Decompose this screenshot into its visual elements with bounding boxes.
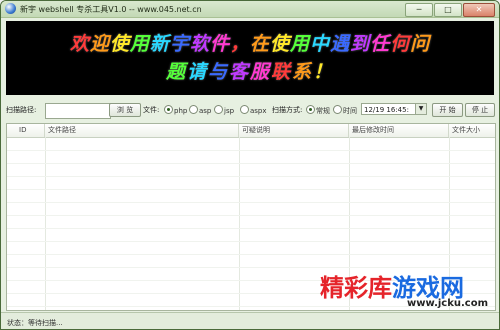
radio-dot-icon (164, 105, 173, 114)
banner-char: ！ (313, 61, 335, 83)
radio-dot-icon (306, 105, 315, 114)
scan-mode-normal-radio[interactable]: 常规 (306, 105, 330, 116)
status-bar: 状态：等待扫描... (1, 312, 499, 329)
row-divider (7, 189, 495, 190)
banner-line-2: 题请与客服联系！ (6, 57, 494, 84)
radio-dot-icon (240, 105, 249, 114)
maximize-button[interactable]: □ (434, 3, 462, 17)
row-divider (7, 254, 495, 255)
banner-char: 服 (250, 61, 272, 83)
banner-char: 问 (410, 33, 431, 55)
radio-dot-icon (333, 105, 342, 114)
banner-char: 使 (270, 33, 291, 55)
banner-char: 用 (129, 33, 150, 55)
banner-char: 软 (189, 33, 210, 55)
browse-button[interactable]: 浏 览 (109, 103, 141, 117)
row-divider (7, 202, 495, 203)
banner-char: 系 (292, 61, 314, 83)
chevron-down-icon[interactable]: ▼ (415, 104, 426, 114)
banner-char: 何 (390, 33, 411, 55)
file-type-label: 文件: (143, 106, 160, 114)
banner-char: 欢 (69, 33, 90, 55)
banner-char: 用 (290, 33, 311, 55)
date-time-picker[interactable]: 12/19 16:45: ▼ (361, 103, 427, 115)
column-header-path[interactable]: 文件路径 (45, 124, 239, 137)
file-type-php-radio[interactable]: php (164, 105, 187, 115)
row-divider (7, 241, 495, 242)
banner-char: 新 (149, 33, 170, 55)
row-divider (7, 163, 495, 164)
close-button[interactable]: ✕ (463, 3, 495, 17)
scan-path-label: 扫描路径: (6, 106, 37, 114)
column-header-modified[interactable]: 最后修改时间 (349, 124, 449, 137)
title-bar[interactable]: 新宇 webshell 专杀工具V1.0 -- www.045.net.cn ─… (1, 1, 499, 18)
file-type-jsp-radio[interactable]: jsp (214, 105, 234, 115)
column-header-description[interactable]: 可疑说明 (239, 124, 349, 137)
banner-line-1: 欢迎使用新宇软件，在使用中遇到任何问 (6, 29, 494, 56)
banner-char: 在 (250, 33, 271, 55)
banner-char: 遇 (330, 33, 351, 55)
column-header-id[interactable]: ID (7, 124, 45, 137)
scan-toolbar: 扫描路径: 浏 览 文件: php asp jsp aspx 扫描方式: 常规 … (6, 102, 495, 119)
window-title: 新宇 webshell 专杀工具V1.0 -- www.045.net.cn (20, 5, 202, 14)
welcome-banner: 欢迎使用新宇软件，在使用中遇到任何问 题请与客服联系！ (6, 21, 494, 95)
column-header-size[interactable]: 文件大小 (449, 124, 495, 137)
app-icon (5, 3, 16, 14)
scan-mode-label: 扫描方式: (272, 106, 303, 114)
watermark-url: www.jcku.com (407, 298, 489, 309)
row-divider (7, 228, 495, 229)
window-controls: ─ □ ✕ (405, 3, 495, 17)
banner-char: 联 (271, 61, 293, 83)
banner-char: 到 (350, 33, 371, 55)
banner-char: 中 (310, 33, 331, 55)
start-button[interactable]: 开 始 (432, 103, 463, 117)
row-divider (7, 176, 495, 177)
banner-char: 件 (209, 33, 230, 55)
banner-char: 客 (228, 61, 250, 83)
scan-path-input[interactable] (45, 103, 111, 119)
banner-char: 请 (186, 61, 208, 83)
scan-mode-time-radio[interactable]: 时间 (333, 105, 357, 116)
status-text: 状态：等待扫描... (7, 319, 63, 327)
row-divider (7, 215, 495, 216)
banner-char: ， (229, 33, 250, 55)
table-header: ID 文件路径 可疑说明 最后修改时间 文件大小 (7, 124, 495, 138)
radio-dot-icon (189, 105, 198, 114)
date-time-value: 12/19 16:45: (364, 106, 409, 114)
banner-char: 使 (109, 33, 130, 55)
stop-button[interactable]: 停 止 (465, 103, 495, 117)
banner-char: 迎 (89, 33, 110, 55)
row-divider (7, 150, 495, 151)
banner-char: 题 (165, 61, 187, 83)
banner-char: 与 (207, 61, 229, 83)
banner-char: 任 (370, 33, 391, 55)
file-type-aspx-radio[interactable]: aspx (240, 105, 267, 115)
radio-dot-icon (214, 105, 223, 114)
minimize-button[interactable]: ─ (405, 3, 433, 17)
file-type-asp-radio[interactable]: asp (189, 105, 211, 115)
banner-char: 宇 (169, 33, 190, 55)
